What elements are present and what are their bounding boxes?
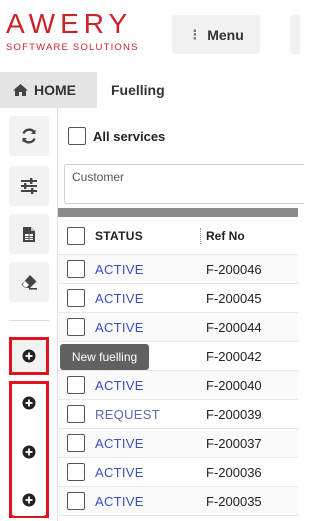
row-checkbox[interactable] (67, 434, 85, 452)
ref-cell: F-200045 (206, 290, 262, 306)
table-row[interactable]: ACTIVE F-200036 (58, 458, 298, 487)
select-all-checkbox[interactable] (67, 226, 85, 245)
menu-button[interactable]: ⋮ Menu (172, 15, 260, 54)
new-fuelling-tooltip: New fuelling (60, 344, 149, 370)
table-row[interactable]: REQUEST F-200039 (58, 400, 298, 429)
awery-logo[interactable]: AWERY SOFTWARE SOLUTIONS (6, 10, 146, 62)
add-icon (22, 349, 36, 363)
new-fuelling-button[interactable] (12, 340, 46, 372)
row-checkbox[interactable] (67, 492, 85, 510)
filter-settings-button[interactable] (9, 166, 49, 206)
vertical-dots-icon: ⋮ (188, 27, 202, 42)
add-icon (22, 445, 36, 459)
refresh-icon (22, 128, 36, 144)
row-checkbox[interactable] (67, 318, 85, 336)
ref-cell: F-200036 (206, 464, 262, 480)
status-cell: ACTIVE (95, 319, 144, 335)
tab-fuelling-label: Fuelling (111, 82, 165, 98)
status-cell: ACTIVE (95, 377, 144, 393)
status-cell: REQUEST (95, 406, 160, 422)
add-button-2[interactable] (12, 435, 46, 469)
status-column-header[interactable]: STATUS (95, 229, 204, 243)
table-row[interactable]: ACTIVE F-200045 (58, 284, 298, 313)
home-icon (13, 84, 28, 96)
spreadsheet-icon (23, 226, 35, 242)
all-services-label: All services (93, 128, 166, 144)
status-cell: ACTIVE (95, 464, 144, 480)
ref-cell: F-200040 (206, 377, 262, 393)
ref-cell: F-200039 (206, 406, 262, 422)
table-row[interactable]: ACTIVE F-200040 (58, 371, 298, 400)
add-icon (22, 493, 36, 507)
status-cell: ACTIVE (95, 435, 144, 451)
ref-cell: F-200044 (206, 319, 262, 335)
ref-column-header[interactable]: Ref No (204, 229, 245, 243)
table-row[interactable]: ACTIVE F-200037 (58, 429, 298, 458)
horizontal-scrollbar[interactable] (58, 208, 298, 217)
customer-placeholder: Customer (72, 170, 125, 184)
tab-home[interactable]: HOME (0, 72, 97, 108)
logo-tagline: SOFTWARE SOLUTIONS (6, 42, 139, 53)
table-row[interactable]: ACTIVE F-200046 (58, 255, 298, 284)
menu-label: Menu (207, 26, 244, 43)
add-icon (22, 396, 36, 410)
table-row[interactable]: ACTIVE F-200044 (58, 313, 298, 342)
add-button-1[interactable] (12, 386, 46, 420)
header-right-button[interactable] (290, 15, 300, 54)
tool-sidebar (0, 108, 58, 521)
tab-home-label: HOME (34, 82, 76, 98)
table-body: ACTIVE F-200046 ACTIVE F-200045 ACTIVE F-2000… (58, 255, 298, 516)
logo-wordmark: AWERY (6, 8, 133, 39)
refresh-button[interactable] (9, 116, 49, 156)
status-cell: ACTIVE (95, 261, 144, 277)
export-button[interactable] (9, 214, 49, 254)
column-divider[interactable] (200, 228, 201, 244)
customer-input[interactable]: Customer (64, 164, 304, 204)
status-cell: ACTIVE (95, 493, 144, 509)
eraser-icon (21, 275, 37, 290)
ref-cell: F-200046 (206, 261, 262, 277)
row-checkbox[interactable] (67, 463, 85, 481)
tab-fuelling[interactable]: Fuelling (97, 72, 298, 108)
clear-filters-button[interactable] (9, 262, 49, 302)
table-header: STATUS Ref No (58, 217, 298, 255)
tab-bar: HOME Fuelling (0, 72, 298, 108)
app-header: AWERY SOFTWARE SOLUTIONS ⋮ Menu (0, 0, 300, 72)
filter-sliders-icon (21, 178, 37, 194)
row-checkbox[interactable] (67, 405, 85, 423)
table-row[interactable]: ACTIVE F-200035 (58, 487, 298, 516)
checkbox-box[interactable] (68, 127, 86, 145)
filter-panel: All services Customer (58, 108, 304, 208)
status-cell: ACTIVE (95, 290, 144, 306)
add-button-3[interactable] (12, 484, 46, 516)
row-checkbox[interactable] (67, 260, 85, 278)
toolbar-divider (9, 320, 49, 321)
ref-cell: F-200035 (206, 493, 262, 509)
ref-cell: F-200042 (206, 348, 262, 364)
ref-cell: F-200037 (206, 435, 262, 451)
row-checkbox[interactable] (67, 289, 85, 307)
row-checkbox[interactable] (67, 376, 85, 394)
all-services-checkbox[interactable]: All services (68, 127, 165, 145)
